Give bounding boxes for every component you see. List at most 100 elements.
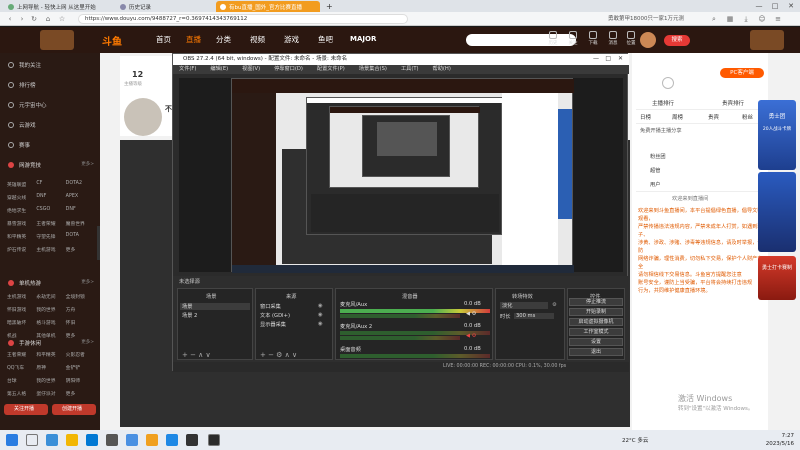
obs-taskbar-icon[interactable] [208, 434, 220, 446]
category-link[interactable]: 英雄联盟 [7, 181, 36, 188]
menu-scene-collection[interactable]: 场景集合(S) [359, 65, 387, 74]
avatar[interactable] [640, 32, 656, 48]
volume-slider[interactable] [340, 314, 460, 318]
search-icon[interactable]: ⌕ [710, 15, 718, 23]
category-link[interactable]: 机战 [7, 332, 36, 339]
scene-toolbar[interactable]: + − ∧ ∨ [182, 351, 211, 359]
category-link[interactable]: 其他单机 [36, 332, 65, 339]
nav-game[interactable]: 游戏 [284, 27, 299, 53]
volume-slider[interactable] [340, 336, 460, 340]
share-icon[interactable] [662, 77, 674, 89]
ad-banner-top[interactable]: 勇士团 20人战斗卡牌 [758, 100, 796, 170]
search-button[interactable]: 搜索 [664, 35, 690, 46]
more-link[interactable]: 更多> [81, 339, 94, 345]
source-item[interactable]: 文本 (GDI+) [260, 312, 290, 319]
ad-banner-bottom[interactable]: 勇士打卡赛制 [758, 256, 796, 300]
browser-tab[interactable]: 历史记录 [116, 1, 212, 12]
source-item[interactable]: 显示器采集 [260, 321, 286, 328]
close-window-button[interactable]: ✕ [784, 1, 798, 11]
browser-icon[interactable] [126, 434, 138, 446]
menu-help[interactable]: 帮助(H) [433, 65, 451, 74]
nav-home[interactable]: 首页 [156, 27, 171, 53]
create-live-button[interactable]: 创建开播 [52, 404, 96, 415]
event-logo-right[interactable] [750, 30, 784, 50]
forward-icon[interactable]: › [18, 15, 26, 23]
weather-widget[interactable]: 22°C 多云 [622, 436, 648, 444]
source-toolbar[interactable]: + − ⚙ ∧ ∨ [260, 351, 297, 359]
category-link[interactable]: 魔兽世界 [66, 220, 95, 227]
category-link[interactable]: 全境封锁 [66, 293, 95, 300]
store-icon[interactable] [86, 434, 98, 446]
sidebar-item-follow[interactable]: 我的关注 [8, 61, 41, 69]
app-icon[interactable] [106, 434, 118, 446]
app-icon[interactable] [166, 434, 178, 446]
download-app-icon[interactable]: 下载 [582, 31, 604, 46]
category-title-mobile[interactable]: 手游休闲 [8, 339, 41, 347]
search-icon[interactable] [26, 434, 38, 446]
follow-live-button[interactable]: 关注开播 [4, 404, 48, 415]
category-link[interactable]: 第五人格 [7, 390, 36, 397]
home-icon[interactable]: ⌂ [44, 15, 52, 23]
category-link[interactable]: 永劫无间 [36, 293, 65, 300]
more-link[interactable]: 更多> [81, 161, 94, 167]
category-link[interactable]: 炉石传说 [7, 246, 36, 253]
category-link[interactable]: 火影忍者 [66, 351, 95, 358]
menu-view[interactable]: 视图(V) [242, 65, 260, 74]
douyu-logo[interactable]: 斗鱼 [102, 33, 122, 48]
new-tab-button[interactable]: + [322, 1, 332, 12]
download-icon[interactable]: ⤓ [742, 15, 750, 23]
virtual-camera-button[interactable]: 启动虚拟摄像机 [569, 318, 623, 326]
category-title-online[interactable]: 网游竞技 [8, 161, 41, 169]
studio-mode-button[interactable]: 工作室模式 [569, 328, 623, 336]
rank-row[interactable]: 超管 [650, 167, 660, 174]
tab-weekly[interactable]: 周榜 [672, 113, 683, 121]
url-input[interactable]: https://www.douyu.com/9488727_r=0.369741… [78, 14, 408, 24]
event-logo[interactable] [40, 30, 74, 50]
category-link[interactable]: 和平精英 [36, 351, 65, 358]
category-link[interactable]: 台球 [7, 377, 36, 384]
douyu-app-icon[interactable] [146, 434, 158, 446]
rank-row[interactable]: 粉丝团 [650, 153, 666, 160]
duration-input[interactable]: 300 ms [514, 313, 554, 319]
anchor-avatar[interactable] [124, 98, 162, 136]
maximize-button[interactable]: □ [768, 1, 782, 11]
category-link[interactable]: 更多 [66, 332, 95, 339]
category-link[interactable]: 暴雪游戏 [7, 220, 36, 227]
source-item[interactable]: 窗口采集 [260, 303, 281, 310]
transition-settings-icon[interactable]: ⚙ [552, 302, 557, 308]
sidebar-item-cloudgame[interactable]: 云游戏 [8, 121, 36, 129]
tab-vip[interactable]: 贵宾 [708, 113, 719, 121]
category-link[interactable]: 穿越火线 [7, 194, 36, 201]
obs-maximize-button[interactable]: □ [605, 55, 611, 62]
scene-item[interactable]: 场景 [180, 303, 250, 310]
category-link[interactable]: 更多 [66, 246, 95, 253]
category-link[interactable]: 格斗游戏 [36, 319, 65, 326]
menu-profile[interactable]: 配置文件(P) [317, 65, 345, 74]
settings-button[interactable]: 设置 [569, 338, 623, 346]
visibility-eye-icon[interactable]: ◉ [318, 303, 323, 309]
ad-banner-cards[interactable] [758, 172, 796, 252]
star-icon[interactable]: ☆ [58, 15, 66, 23]
category-link[interactable]: CF [36, 181, 65, 188]
category-link[interactable]: CSGO [36, 207, 65, 214]
category-link[interactable]: 怀旧 [66, 319, 95, 326]
category-link[interactable]: 怀旧游戏 [7, 306, 36, 313]
category-link[interactable]: DOTA2 [66, 181, 95, 188]
sidebar-item-rank[interactable]: 排行榜 [8, 81, 36, 89]
follow-icon[interactable]: 关注 [562, 31, 584, 46]
nav-video[interactable]: 视频 [250, 27, 265, 53]
category-title-single[interactable]: 单机热游 [8, 279, 41, 287]
category-link[interactable]: 阴阳师 [66, 377, 95, 384]
scene-item[interactable]: 场景 2 [182, 312, 197, 319]
menu-tools[interactable]: 工具(T) [401, 65, 419, 74]
back-icon[interactable]: ‹ [6, 15, 14, 23]
nav-fishbar[interactable]: 鱼吧 [318, 27, 333, 53]
clock[interactable]: 7:27 2023/5/16 [766, 432, 794, 448]
more-link[interactable]: 更多> [81, 279, 94, 285]
category-link[interactable]: 原神 [36, 364, 65, 371]
obs-minimize-button[interactable]: — [593, 55, 599, 62]
category-link[interactable]: 我的世界 [36, 377, 65, 384]
minimize-button[interactable]: — [752, 1, 766, 11]
nav-category[interactable]: 分类 [216, 27, 231, 53]
category-link[interactable]: 守望先锋 [36, 233, 65, 240]
